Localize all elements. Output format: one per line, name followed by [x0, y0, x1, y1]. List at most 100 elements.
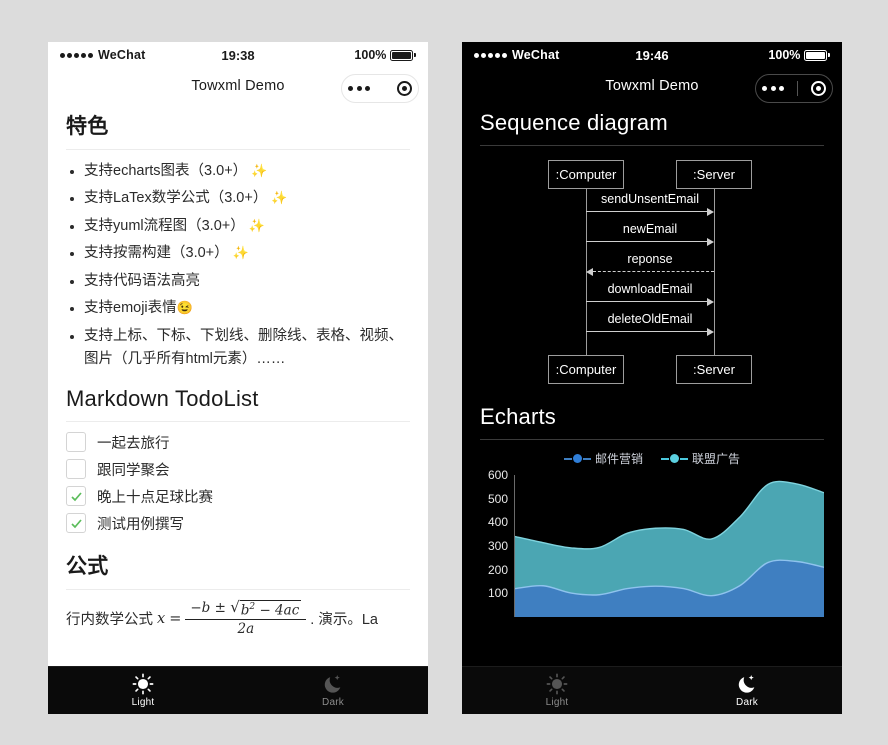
status-left: WeChat — [60, 48, 146, 62]
list-item[interactable]: 跟同学聚会 — [66, 459, 410, 480]
sequence-heading: Sequence diagram — [480, 110, 668, 135]
feature-text: 支持上标、下标、下划线、删除线、表格、视频、图片（几乎所有html元素）…… — [84, 327, 403, 368]
capsule-target-icon[interactable] — [810, 81, 826, 96]
content-light: 特色 支持echarts图表（3.0+） ✨ 支持LaTex数学公式（3.0+）… — [48, 104, 428, 666]
phone-dark-theme: WeChat 19:46 100% Towxml Demo Sequence d… — [462, 42, 842, 714]
formula-lhs: x — [157, 610, 166, 627]
tab-label: Dark — [736, 697, 758, 708]
message-arrow-line — [586, 241, 707, 242]
status-bar-dark: WeChat 19:46 100% — [462, 42, 842, 68]
tab-bar-dark: Light Dark — [462, 666, 842, 714]
todo-checkbox[interactable] — [66, 459, 86, 480]
chart-legend: 邮件营销 联盟广告 — [480, 450, 824, 467]
more-dots-icon[interactable] — [348, 86, 371, 91]
message-arrow-line — [586, 301, 707, 302]
radicand-exponent: 2 — [249, 601, 256, 612]
list-item: 支持上标、下标、下划线、删除线、表格、视频、图片（几乎所有html元素）…… — [66, 325, 410, 372]
legend-label: 联盟广告 — [692, 452, 741, 466]
feature-text: 支持LaTex数学公式（3.0+） — [84, 190, 268, 207]
tab-bar-light: Light Dark — [48, 666, 428, 714]
lifeline-server — [714, 189, 715, 356]
message-label: reponse — [627, 252, 673, 266]
page-title: Towxml Demo — [191, 78, 285, 94]
tab-dark[interactable]: Dark — [238, 667, 428, 714]
wechat-capsule-dark[interactable] — [755, 74, 833, 103]
status-left: WeChat — [474, 48, 560, 62]
list-item[interactable]: 测试用例撰写 — [66, 513, 410, 534]
screenshot-stage: WeChat 19:38 100% Towxml Demo 特色 支持echar… — [0, 0, 888, 745]
todo-checkbox-checked[interactable] — [66, 486, 86, 507]
tab-dark[interactable]: Dark — [652, 667, 842, 714]
status-right: 100% — [354, 48, 416, 62]
list-item: 支持echarts图表（3.0+） ✨ — [66, 160, 410, 183]
tab-label: Light — [131, 697, 155, 708]
echarts-heading: Echarts — [480, 404, 556, 429]
divider — [480, 439, 824, 440]
list-item[interactable]: 晚上十点足球比赛 — [66, 486, 410, 507]
legend-line-0b — [582, 457, 591, 460]
capsule-target-icon[interactable] — [396, 81, 412, 96]
quadratic-formula: x = −b ± √ b2 − 4ac 2a — [157, 600, 307, 638]
moon-icon — [738, 675, 755, 693]
capsule-divider — [796, 81, 798, 96]
chart-y-axis: 100 200 300 400 500 600 — [480, 468, 512, 617]
todo-checkbox-checked[interactable] — [66, 513, 86, 534]
list-item: 支持按需构建（3.0+） ✨ — [66, 242, 410, 265]
arrow-head-right-icon — [707, 327, 714, 336]
chart-area-svg — [515, 480, 824, 617]
list-item: 支持代码语法高亮 — [66, 270, 410, 293]
todo-list: 一起去旅行 跟同学聚会 晚上十点足球比赛 测试用例撰写 — [66, 432, 410, 534]
legend-line-0 — [563, 457, 572, 460]
formula-fraction: −b ± √ b2 − 4ac 2a — [185, 600, 307, 638]
capsule-divider — [383, 81, 384, 96]
todo-label: 跟同学聚会 — [97, 462, 170, 479]
legend-item[interactable]: 邮件营销 — [563, 450, 643, 467]
feature-text: 支持yuml流程图（3.0+） — [84, 217, 245, 234]
todo-checkbox[interactable] — [66, 432, 86, 453]
legend-dot-1 — [670, 454, 679, 463]
chart-y-tick: 400 — [487, 515, 508, 530]
wechat-capsule-light[interactable] — [341, 74, 419, 103]
todolist-heading: Markdown TodoList — [66, 385, 259, 411]
chart-y-tick: 500 — [487, 491, 508, 506]
divider — [66, 149, 410, 150]
list-item: 支持LaTex数学公式（3.0+） ✨ — [66, 187, 410, 210]
legend-line-1b — [680, 457, 688, 460]
battery-percent-label: 100% — [354, 48, 387, 62]
todo-label: 晚上十点足球比赛 — [97, 489, 213, 506]
content-dark: Sequence diagram :Computer :Server sendU… — [462, 104, 842, 666]
feature-text: 支持按需构建（3.0+） — [84, 245, 229, 262]
legend-item[interactable]: 联盟广告 — [661, 450, 740, 467]
actor-box-computer-bottom: :Computer — [548, 355, 624, 384]
sparkles-icon: ✨ — [248, 217, 265, 233]
battery-percent-label: 100% — [768, 48, 801, 62]
legend-dot-0 — [572, 454, 582, 463]
message-label: deleteOldEmail — [607, 312, 693, 326]
tab-light[interactable]: Light — [48, 667, 238, 714]
battery-icon — [390, 49, 416, 61]
sequence-diagram: :Computer :Server sendUnsentEmail newEma… — [480, 156, 824, 394]
arrow-head-right-icon — [707, 237, 714, 246]
phone-light-theme: WeChat 19:38 100% Towxml Demo 特色 支持echar… — [48, 42, 428, 714]
divider — [480, 145, 824, 146]
tab-light[interactable]: Light — [462, 667, 652, 714]
formula-numerator: −b ± √ b2 − 4ac — [185, 600, 307, 621]
actor-box-server-bottom: :Server — [676, 355, 752, 384]
list-item[interactable]: 一起去旅行 — [66, 432, 410, 453]
carrier-label: WeChat — [512, 48, 560, 62]
chart-y-tick: 600 — [487, 468, 508, 482]
status-right: 100% — [768, 48, 830, 62]
formula-denominator: 2a — [237, 621, 255, 638]
legend-label: 邮件营销 — [594, 452, 643, 466]
actor-box-server-top: :Server — [676, 160, 752, 189]
more-dots-icon[interactable] — [762, 86, 785, 91]
arrow-head-right-icon — [707, 207, 714, 216]
page-title: Towxml Demo — [605, 78, 699, 94]
divider — [66, 420, 410, 422]
signal-dots-icon — [60, 52, 93, 58]
divider — [66, 588, 410, 590]
arrow-head-right-icon — [707, 297, 714, 306]
carrier-label: WeChat — [98, 48, 146, 62]
legend-marker-icon — [563, 454, 591, 463]
message-arrow-line — [586, 331, 707, 332]
